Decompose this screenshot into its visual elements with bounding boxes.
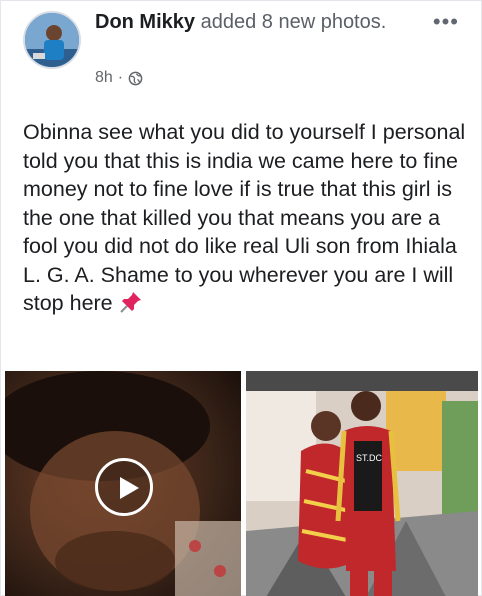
photo-thumbnail[interactable]: ST.DC [246,371,478,596]
more-options-button[interactable]: ••• [433,11,459,33]
couple-photo-image: ST.DC [246,371,478,596]
avatar[interactable] [23,11,81,69]
pushpin-icon [119,292,141,313]
shirt-print: ST.DC [356,453,383,463]
author-name[interactable]: Don Mikky [95,11,195,33]
post-attribution: Don Mikky added 8 new photos. [95,9,415,35]
globe-icon[interactable] [128,71,143,86]
post-meta: 8h · [95,69,143,87]
avatar-image [25,13,79,67]
post-header: Don Mikky added 8 new photos. 8h · ••• [23,9,463,99]
post-media: ST.DC [1,371,482,596]
video-thumbnail[interactable] [5,371,241,596]
post-action-text: added 8 new photos. [200,11,387,33]
post-body: Obinna see what you did to yourself I pe… [23,118,471,318]
facebook-post: Don Mikky added 8 new photos. 8h · ••• O… [0,0,482,596]
meta-separator: · [117,69,124,86]
timestamp[interactable]: 8h [95,69,113,87]
post-text: Obinna see what you did to yourself I pe… [23,120,466,315]
play-icon[interactable] [95,458,153,516]
